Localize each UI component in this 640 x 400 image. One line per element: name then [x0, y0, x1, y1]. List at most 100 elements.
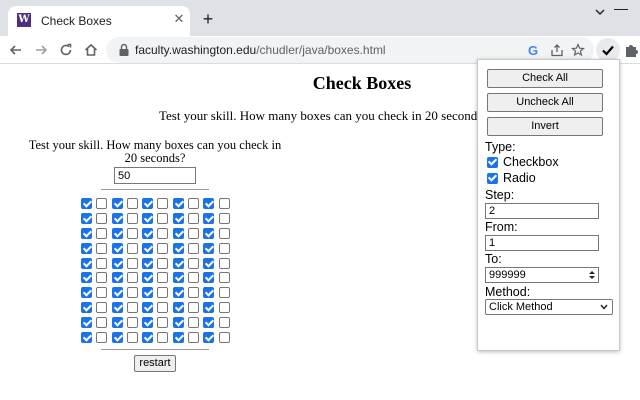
checkbox-type-toggle[interactable]	[487, 157, 498, 168]
grid-checkbox-checked[interactable]	[203, 332, 215, 344]
grid-checkbox-unchecked[interactable]	[126, 287, 138, 299]
extensions-puzzle-icon[interactable]	[623, 41, 640, 59]
grid-checkbox-unchecked[interactable]	[157, 212, 169, 224]
grid-checkbox-checked[interactable]	[142, 257, 154, 269]
grid-checkbox-checked[interactable]	[81, 227, 92, 239]
grid-checkbox-unchecked[interactable]	[126, 198, 138, 209]
grid-checkbox-unchecked[interactable]	[157, 257, 169, 269]
chevron-down-icon[interactable]	[592, 4, 608, 20]
tab-close-icon[interactable]: ✕	[171, 11, 187, 27]
grid-checkbox-unchecked[interactable]	[96, 272, 108, 284]
grid-checkbox-checked[interactable]	[203, 317, 215, 329]
count-field[interactable]	[114, 167, 196, 184]
grid-checkbox-unchecked[interactable]	[96, 332, 108, 344]
grid-checkbox-checked[interactable]	[172, 287, 184, 299]
grid-checkbox-unchecked[interactable]	[188, 212, 200, 224]
grid-checkbox-unchecked[interactable]	[96, 227, 108, 239]
url-text[interactable]: faculty.washington.edu/chudler/java/boxe…	[135, 43, 386, 57]
grid-checkbox-unchecked[interactable]	[188, 198, 200, 209]
grid-checkbox-checked[interactable]	[81, 287, 92, 299]
back-button[interactable]	[5, 39, 27, 61]
grid-checkbox-unchecked[interactable]	[157, 332, 169, 344]
browser-tab[interactable]: W Check Boxes ✕	[8, 6, 190, 36]
grid-checkbox-checked[interactable]	[81, 317, 92, 329]
grid-checkbox-unchecked[interactable]	[157, 227, 169, 239]
grid-checkbox-unchecked[interactable]	[157, 317, 169, 329]
grid-checkbox-unchecked[interactable]	[188, 272, 200, 284]
grid-checkbox-unchecked[interactable]	[96, 317, 108, 329]
radio-type-toggle[interactable]	[487, 173, 498, 184]
grid-checkbox-checked[interactable]	[142, 227, 154, 239]
check-all-button[interactable]: Check All	[487, 69, 603, 88]
restart-button[interactable]: restart	[134, 354, 176, 372]
grid-checkbox-unchecked[interactable]	[218, 227, 230, 239]
grid-checkbox-checked[interactable]	[142, 287, 154, 299]
grid-checkbox-unchecked[interactable]	[126, 332, 138, 344]
grid-checkbox-unchecked[interactable]	[96, 198, 108, 209]
grid-checkbox-unchecked[interactable]	[188, 317, 200, 329]
from-field[interactable]: 1	[485, 235, 599, 251]
grid-checkbox-checked[interactable]	[111, 227, 123, 239]
grid-checkbox-unchecked[interactable]	[96, 257, 108, 269]
grid-checkbox-checked[interactable]	[203, 257, 215, 269]
grid-checkbox-checked[interactable]	[203, 227, 215, 239]
grid-checkbox-checked[interactable]	[81, 257, 92, 269]
reload-button[interactable]	[55, 39, 77, 61]
grid-checkbox-unchecked[interactable]	[126, 242, 138, 254]
home-button[interactable]	[80, 39, 102, 61]
grid-checkbox-unchecked[interactable]	[188, 332, 200, 344]
grid-checkbox-unchecked[interactable]	[218, 212, 230, 224]
grid-checkbox-checked[interactable]	[203, 242, 215, 254]
grid-checkbox-unchecked[interactable]	[157, 287, 169, 299]
grid-checkbox-checked[interactable]	[142, 198, 154, 209]
grid-checkbox-checked[interactable]	[203, 212, 215, 224]
grid-checkbox-checked[interactable]	[203, 198, 215, 209]
grid-checkbox-checked[interactable]	[142, 242, 154, 254]
grid-checkbox-unchecked[interactable]	[96, 287, 108, 299]
grid-checkbox-unchecked[interactable]	[157, 198, 169, 209]
grid-checkbox-checked[interactable]	[142, 302, 154, 314]
grid-checkbox-unchecked[interactable]	[218, 198, 230, 209]
grid-checkbox-unchecked[interactable]	[218, 332, 230, 344]
grid-checkbox-checked[interactable]	[172, 257, 184, 269]
grid-checkbox-unchecked[interactable]	[96, 212, 108, 224]
grid-checkbox-checked[interactable]	[142, 332, 154, 344]
grid-checkbox-unchecked[interactable]	[126, 302, 138, 314]
grid-checkbox-checked[interactable]	[172, 317, 184, 329]
grid-checkbox-unchecked[interactable]	[218, 257, 230, 269]
grid-checkbox-checked[interactable]	[172, 302, 184, 314]
grid-checkbox-checked[interactable]	[111, 302, 123, 314]
forward-button[interactable]	[30, 39, 52, 61]
grid-checkbox-unchecked[interactable]	[188, 257, 200, 269]
grid-checkbox-checked[interactable]	[81, 212, 92, 224]
grid-checkbox-checked[interactable]	[172, 198, 184, 209]
grid-checkbox-unchecked[interactable]	[218, 287, 230, 299]
grid-checkbox-checked[interactable]	[81, 198, 92, 209]
uncheck-all-button[interactable]: Uncheck All	[487, 93, 603, 112]
grid-checkbox-checked[interactable]	[142, 317, 154, 329]
invert-button[interactable]: Invert	[487, 117, 603, 136]
grid-checkbox-unchecked[interactable]	[188, 287, 200, 299]
grid-checkbox-checked[interactable]	[172, 242, 184, 254]
grid-checkbox-checked[interactable]	[203, 287, 215, 299]
grid-checkbox-unchecked[interactable]	[188, 242, 200, 254]
grid-checkbox-unchecked[interactable]	[96, 242, 108, 254]
grid-checkbox-checked[interactable]	[111, 198, 123, 209]
grid-checkbox-checked[interactable]	[111, 332, 123, 344]
grid-checkbox-checked[interactable]	[172, 272, 184, 284]
grid-checkbox-checked[interactable]	[142, 272, 154, 284]
minimize-icon[interactable]	[614, 9, 628, 10]
grid-checkbox-unchecked[interactable]	[157, 302, 169, 314]
grid-checkbox-unchecked[interactable]	[126, 212, 138, 224]
grid-checkbox-checked[interactable]	[111, 242, 123, 254]
grid-checkbox-checked[interactable]	[142, 212, 154, 224]
grid-checkbox-unchecked[interactable]	[218, 302, 230, 314]
grid-checkbox-unchecked[interactable]	[157, 242, 169, 254]
grid-checkbox-checked[interactable]	[81, 302, 92, 314]
grid-checkbox-unchecked[interactable]	[126, 272, 138, 284]
lock-icon[interactable]	[118, 43, 130, 57]
grid-checkbox-unchecked[interactable]	[188, 302, 200, 314]
grid-checkbox-checked[interactable]	[172, 227, 184, 239]
grid-checkbox-checked[interactable]	[111, 257, 123, 269]
new-tab-button[interactable]: +	[198, 9, 218, 29]
